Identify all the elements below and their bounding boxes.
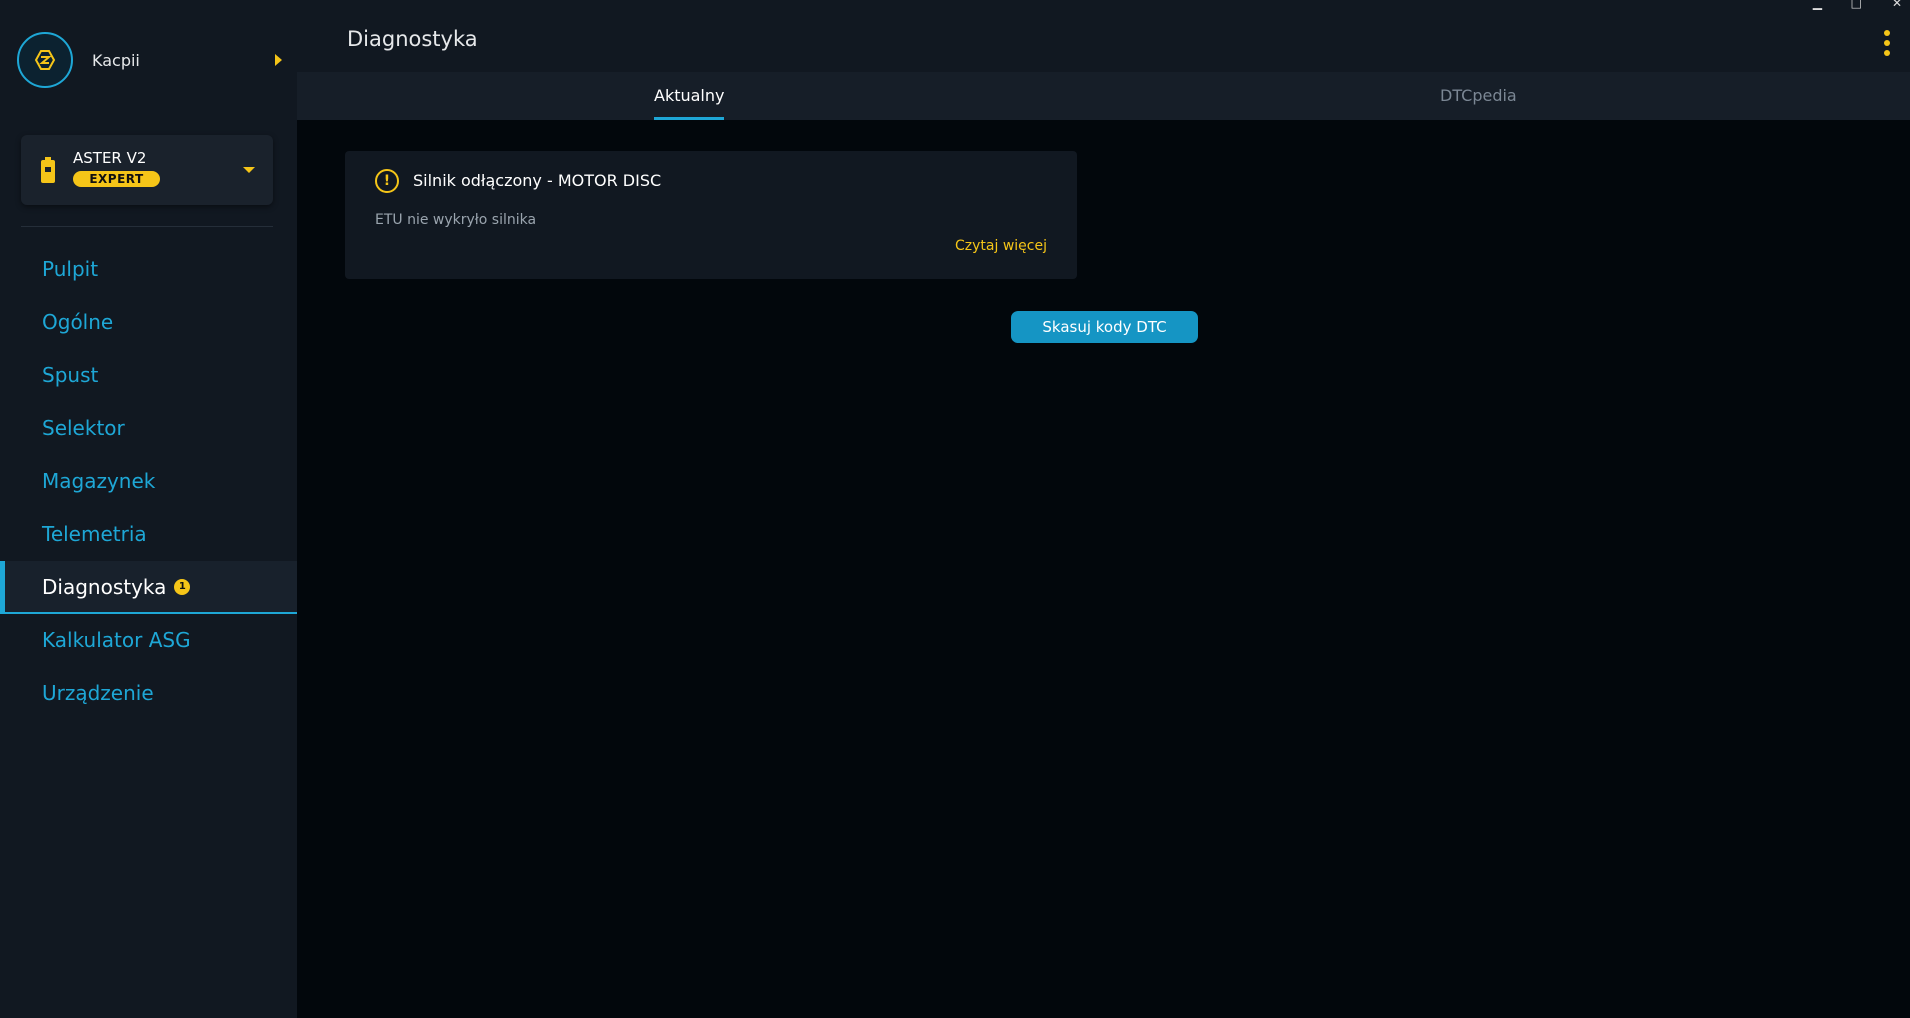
user-name: Kacpii [92,51,140,70]
tab-label: Aktualny [654,86,725,105]
warning-icon: ! [375,169,399,193]
maximize-icon[interactable]: □ [1851,0,1862,10]
active-tab-indicator [654,117,725,120]
sidebar-item-label: Magazynek [42,469,156,493]
caret-right-icon[interactable] [275,54,282,66]
dtc-description: ETU nie wykryło silnika [375,212,537,228]
sidebar-item-kalkulator-asg[interactable]: Kalkulator ASG [0,614,297,667]
sidebar-item-label: Kalkulator ASG [42,628,191,652]
sidebar-item-selektor[interactable]: Selektor [0,402,297,455]
sidebar-item-label: Selektor [42,416,125,440]
device-badge: EXPERT [73,171,160,187]
sidebar-item-telemetria[interactable]: Telemetria [0,508,297,561]
sidebar-item-label: Pulpit [42,257,99,281]
device-selector[interactable]: ASTER V2 EXPERT [21,135,273,205]
sidebar-item-ogolne[interactable]: Ogólne [0,296,297,349]
notification-badge: 1 [174,579,191,595]
tab-label: DTCpedia [1440,86,1517,105]
kebab-menu-icon[interactable] [1884,30,1890,58]
sidebar-divider [21,226,273,227]
battery-icon [41,157,55,183]
sidebar-item-spust[interactable]: Spust [0,349,297,402]
sidebar-item-label: Urządzenie [42,681,154,705]
user-profile[interactable]: Kacpii [17,32,287,92]
page-title: Diagnostyka [347,27,478,51]
sidebar-item-label: Ogólne [42,310,114,334]
caret-down-icon[interactable] [243,167,255,173]
grenade-logo-icon [17,32,73,88]
sidebar-item-label: Diagnostyka [42,575,167,599]
tab-aktualny[interactable]: Aktualny [654,72,725,120]
minimize-icon[interactable]: ▁ [1813,0,1822,10]
dtc-title: Silnik odłączony - MOTOR DISC [413,171,662,190]
device-name: ASTER V2 [73,149,147,167]
sidebar-item-label: Spust [42,363,99,387]
sidebar-item-label: Telemetria [42,522,147,546]
close-icon[interactable]: ✕ [1892,0,1902,10]
tab-bar: Aktualny DTCpedia [297,72,1910,120]
sidebar-item-pulpit[interactable]: Pulpit [0,243,297,296]
sidebar-item-diagnostyka[interactable]: Diagnostyka 1 [0,561,297,614]
sidebar-item-urzadzenie[interactable]: Urządzenie [0,667,297,720]
dtc-card: ! Silnik odłączony - MOTOR DISC ETU nie … [345,151,1077,279]
read-more-link[interactable]: Czytaj więcej [955,238,1047,254]
sidebar-nav: Pulpit Ogólne Spust Selektor Magazynek T… [0,243,297,720]
sidebar-item-magazynek[interactable]: Magazynek [0,455,297,508]
sidebar: Kacpii ASTER V2 EXPERT Pulpit Ogólne Spu… [0,0,297,1018]
clear-dtc-button[interactable]: Skasuj kody DTC [1011,311,1198,343]
tab-dtcpedia[interactable]: DTCpedia [1440,72,1517,120]
header: Diagnostyka ▁ □ ✕ [297,0,1910,72]
window-controls: ▁ □ ✕ [1790,0,1910,10]
